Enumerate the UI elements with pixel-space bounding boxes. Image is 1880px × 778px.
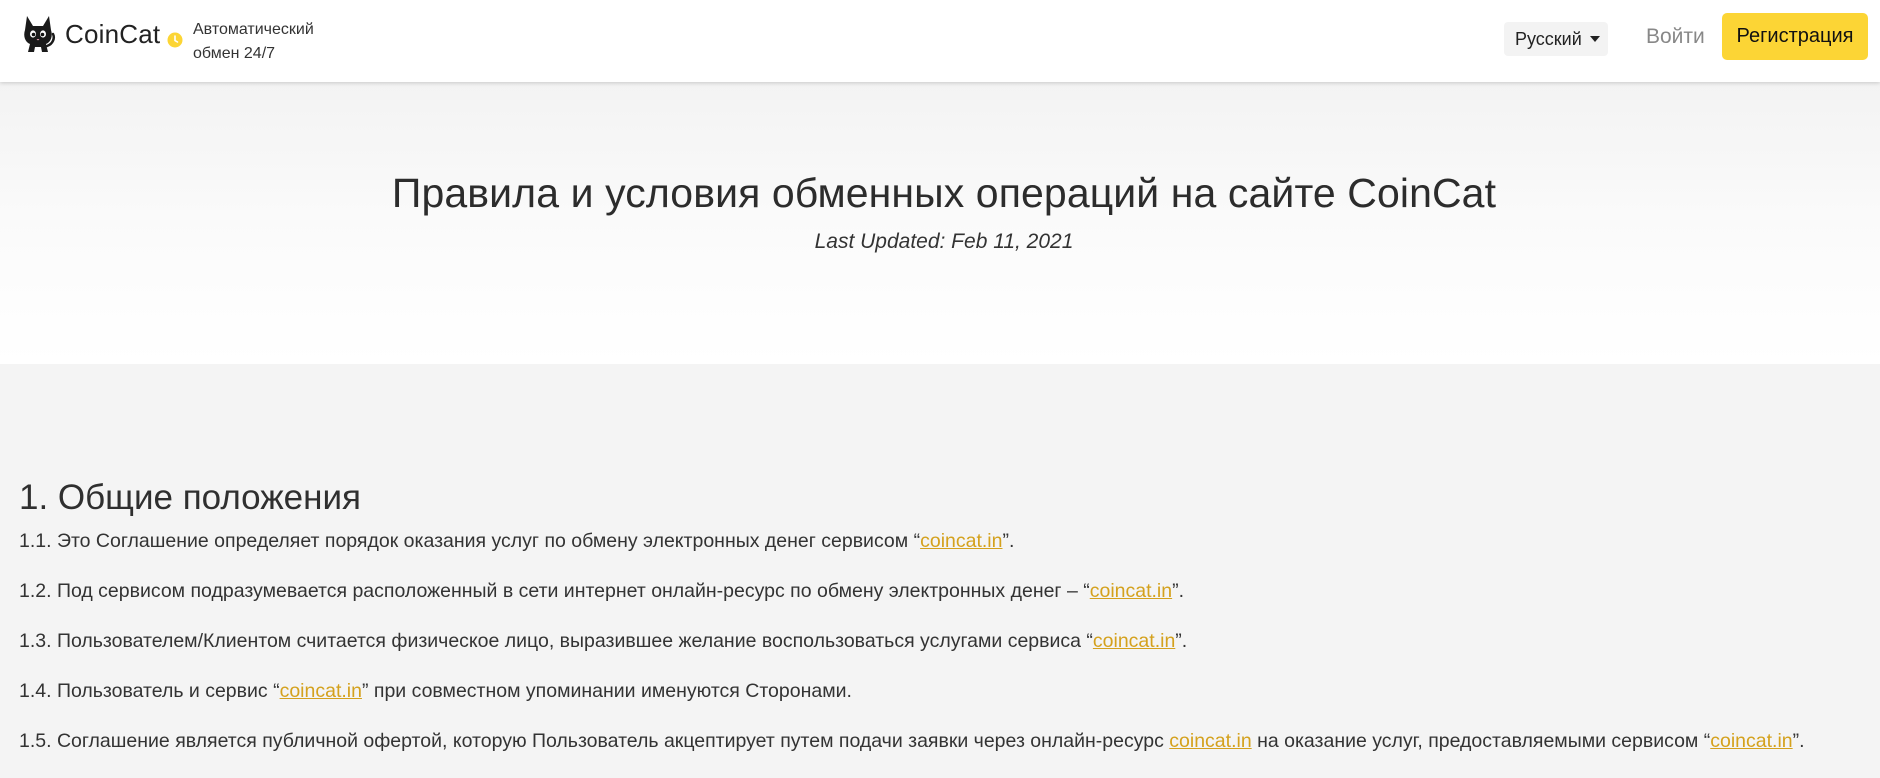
tagline-line2: обмен 24/7 [193, 45, 276, 62]
logo-text: CoinCat [65, 18, 161, 49]
logo-link[interactable]: CoinCat [20, 14, 160, 54]
section-title: 1. Общие положения [19, 478, 361, 517]
paragraph-text: 1.5. Соглашение является публичной оферт… [19, 730, 1170, 752]
paragraph-1-5: 1.5. Соглашение является публичной оферт… [19, 730, 1805, 753]
terms-content: 1. Общие положения 1.1. Это Соглашение о… [0, 364, 1880, 778]
last-updated: Last Updated: Feb 11, 2021 [814, 230, 1074, 253]
paragraph-text: 1.1. Это Соглашение определяет порядок о… [19, 530, 921, 552]
paragraph-text: ”. [1172, 580, 1185, 602]
register-button[interactable]: Регистрация [1722, 13, 1868, 60]
paragraph-text: ”. [1002, 530, 1015, 552]
paragraph-text: 1.2. Под сервисом подразумевается распол… [19, 580, 1090, 602]
paragraph-text: ” при совместном упоминании именуются Ст… [361, 680, 852, 702]
tagline: Автоматический обмен 24/7 [193, 18, 314, 66]
language-select[interactable]: Русский [1504, 22, 1608, 56]
paragraph-text: 1.3. Пользователем/Клиентом считается фи… [19, 630, 1093, 652]
paragraph-1-4: 1.4. Пользователь и сервис “coincat.in” … [19, 680, 852, 703]
language-label: Русский [1515, 28, 1582, 49]
login-link[interactable]: Войти [1646, 25, 1705, 49]
page-title: Правила и условия обменных операций на с… [391, 170, 1497, 216]
paragraph-1-2: 1.2. Под сервисом подразумевается распол… [19, 580, 1184, 603]
coincat-link[interactable]: coincat.in [920, 530, 1002, 552]
paragraph-1-1: 1.1. Это Соглашение определяет порядок о… [19, 530, 1014, 553]
paragraph-text: на оказание услуг, предоставляемыми серв… [1251, 730, 1711, 752]
coincat-link[interactable]: coincat.in [280, 680, 362, 702]
paragraph-text: ”. [1175, 630, 1188, 652]
coincat-link[interactable]: coincat.in [1710, 730, 1792, 752]
paragraph-1-3: 1.3. Пользователем/Клиентом считается фи… [19, 630, 1187, 653]
coincat-link[interactable]: coincat.in [1093, 630, 1175, 652]
clock-icon [167, 32, 183, 48]
caret-down-icon [1589, 36, 1600, 42]
coincat-link[interactable]: coincat.in [1169, 730, 1251, 752]
site-header: CoinCat Автоматический обмен 24/7 Русски… [0, 0, 1880, 82]
coincat-link[interactable]: coincat.in [1090, 580, 1172, 602]
paragraph-text: ”. [1792, 730, 1805, 752]
tagline-line1: Автоматический [193, 21, 314, 38]
paragraph-text: 1.4. Пользователь и сервис “ [19, 680, 280, 702]
cat-logo-icon [24, 16, 55, 52]
hero-section: Правила и условия обменных операций на с… [0, 82, 1880, 364]
